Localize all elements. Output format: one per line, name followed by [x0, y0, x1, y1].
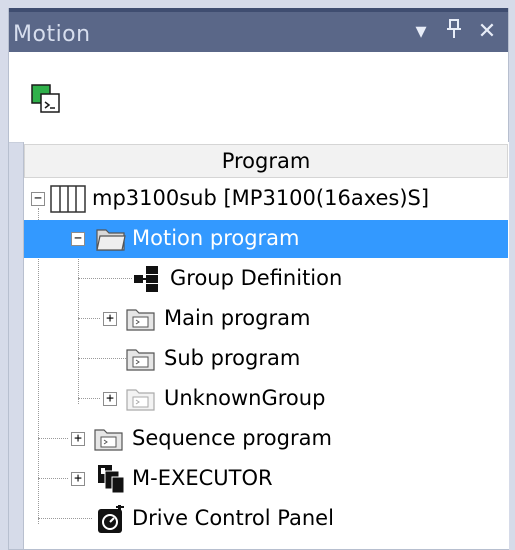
column-header-program[interactable]: Program: [24, 144, 508, 178]
tree-item-label: Main program: [164, 306, 311, 330]
disabled-folder-icon: [126, 386, 156, 416]
collapse-icon[interactable]: −: [71, 232, 85, 246]
executor-icon: [96, 463, 126, 499]
tree-item-label: UnknownGroup: [164, 386, 326, 410]
tree-item-label: Drive Control Panel: [132, 506, 334, 530]
pin-icon[interactable]: [442, 18, 466, 46]
program-folder-icon: [126, 306, 156, 336]
program-tree[interactable]: Program − mp3100sub [MP3100(16axes)S] − …: [23, 142, 509, 549]
tree-item-sequence-program[interactable]: + Sequence program: [24, 420, 508, 458]
expand-icon[interactable]: +: [71, 472, 85, 486]
collapse-icon[interactable]: −: [31, 192, 45, 206]
dropdown-icon[interactable]: ▾: [409, 18, 433, 46]
panel-toolbar: [9, 52, 508, 143]
tree-item-label: mp3100sub [MP3100(16axes)S]: [92, 186, 430, 210]
drive-control-panel-icon: [96, 503, 126, 539]
expand-icon[interactable]: +: [71, 432, 85, 446]
panel-title: Motion: [13, 22, 91, 47]
tree-item-group-definition[interactable]: Group Definition: [24, 260, 508, 298]
tree-item-drive-control-panel[interactable]: Drive Control Panel: [24, 500, 508, 538]
close-icon[interactable]: ✕: [475, 18, 499, 46]
expand-icon[interactable]: +: [103, 392, 117, 406]
tree-item-m-executor[interactable]: + M-EXECUTOR: [24, 460, 508, 498]
tree-item-label: Motion program: [132, 226, 300, 250]
panel-title-bar: Motion ▾ ✕: [9, 8, 508, 52]
new-program-icon[interactable]: [31, 84, 61, 114]
tree-item-sub-program[interactable]: Sub program: [24, 340, 508, 378]
program-folder-icon: [126, 346, 156, 376]
group-definition-icon: [132, 264, 162, 298]
controller-icon: [50, 184, 86, 218]
program-folder-icon: [94, 426, 124, 456]
tree-item-label: Sub program: [164, 346, 301, 370]
expand-icon[interactable]: +: [103, 312, 117, 326]
tree-item-label: Sequence program: [132, 426, 332, 450]
tree-item-controller[interactable]: − mp3100sub [MP3100(16axes)S]: [24, 180, 508, 218]
tree-item-main-program[interactable]: + Main program: [24, 300, 508, 338]
tree-item-motion-program[interactable]: − Motion program: [24, 220, 508, 258]
open-folder-icon: [96, 226, 126, 256]
tree-item-label: Group Definition: [170, 266, 343, 290]
tree-item-label: M-EXECUTOR: [132, 466, 273, 490]
tree-item-unknown-group[interactable]: + UnknownGroup: [24, 380, 508, 418]
motion-panel: Motion ▾ ✕ Program − mp3100sub [MP3100(1…: [8, 8, 509, 550]
